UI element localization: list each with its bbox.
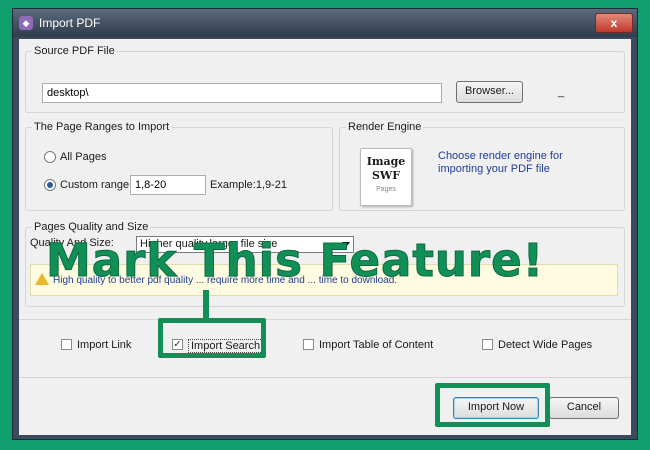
all-pages-label[interactable]: All Pages: [60, 151, 106, 163]
import-pdf-window: ◆ Import PDF x Source PDF File Browser..…: [12, 8, 638, 440]
source-pdf-title: Source PDF File: [32, 45, 117, 57]
app-icon: ◆: [19, 16, 33, 30]
render-engine-title: Render Engine: [346, 121, 424, 133]
range-example: Example:1,9-21: [210, 179, 288, 191]
page-ranges-title: The Page Ranges to Import: [32, 121, 172, 133]
options-separator-bottom: [19, 377, 631, 378]
custom-range-input[interactable]: [130, 175, 206, 195]
close-button[interactable]: x: [595, 13, 633, 33]
pdf-path-input[interactable]: [42, 83, 442, 103]
render-engine-group: Render Engine Image SWF Pages Choose ren…: [339, 121, 625, 211]
title-bar[interactable]: ◆ Import PDF x: [13, 9, 637, 37]
render-book-line2: SWF: [371, 169, 401, 182]
import-toc-label[interactable]: Import Table of Content: [319, 339, 433, 351]
custom-range-label[interactable]: Custom range:: [60, 179, 132, 191]
detect-wide-label[interactable]: Detect Wide Pages: [498, 339, 592, 351]
quality-title: Pages Quality and Size: [32, 221, 151, 233]
custom-range-radio[interactable]: [44, 179, 56, 191]
import-toc-checkbox[interactable]: [303, 339, 314, 350]
browse-button[interactable]: Browser...: [456, 81, 523, 103]
render-engine-icon[interactable]: Image SWF Pages: [360, 148, 412, 206]
import-link-checkbox[interactable]: [61, 339, 72, 350]
options-separator-top: [19, 319, 631, 320]
all-pages-radio[interactable]: [44, 151, 56, 163]
highlight-import-search: [158, 318, 266, 358]
annotation-connector: [203, 290, 209, 320]
highlight-import-now: [435, 383, 550, 427]
page-ranges-group: The Page Ranges to Import All Pages Cust…: [25, 121, 333, 211]
source-pdf-group: Source PDF File Browser... _: [25, 45, 625, 113]
cancel-button[interactable]: Cancel: [549, 397, 619, 419]
render-engine-description: Choose render engine for importing your …: [438, 150, 563, 175]
import-link-label[interactable]: Import Link: [77, 339, 131, 351]
annotation-callout-text: Mark This Feature!: [45, 234, 545, 288]
detect-wide-checkbox[interactable]: [482, 339, 493, 350]
render-book-small: Pages: [376, 186, 396, 193]
render-book-line1: Image: [366, 155, 406, 168]
window-title: Import PDF: [39, 16, 101, 30]
trailing-mark: _: [558, 86, 565, 98]
